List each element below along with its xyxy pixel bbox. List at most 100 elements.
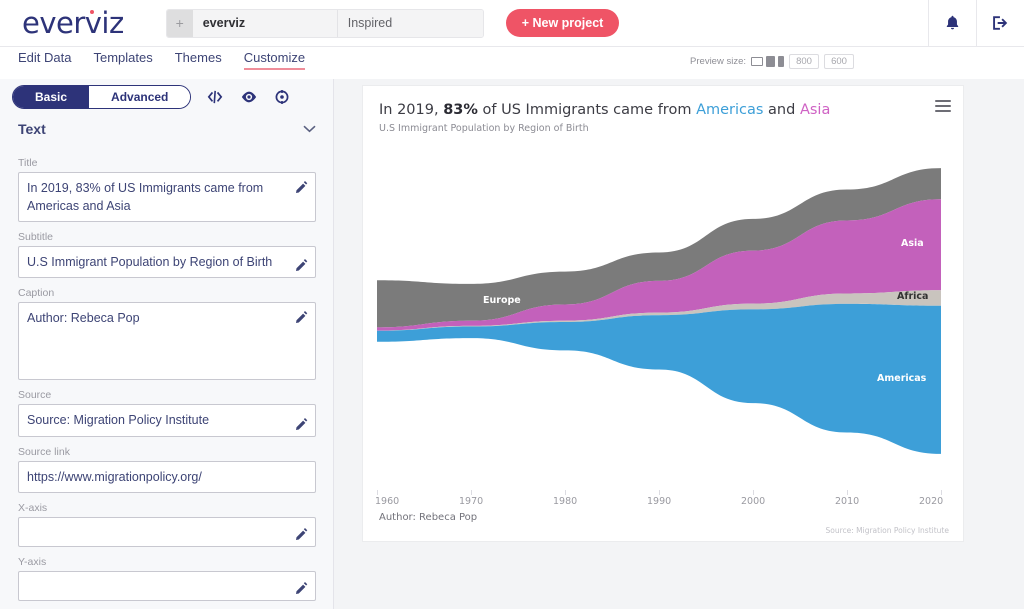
source-input-value: Source: Migration Policy Institute xyxy=(27,413,209,427)
preview-height-input[interactable]: 600 xyxy=(824,54,854,69)
preview-width-input[interactable]: 800 xyxy=(789,54,819,69)
field-source-link-label: Source link xyxy=(18,446,316,458)
field-title: Title In 2019, 83% of US Immigrants came… xyxy=(18,157,316,222)
field-source-link: Source link https://www.migrationpolicy.… xyxy=(18,446,316,493)
mode-segmented-control: Basic Advanced xyxy=(12,85,191,109)
text-fields-list: Title In 2019, 83% of US Immigrants came… xyxy=(18,157,316,609)
pencil-icon[interactable] xyxy=(296,581,308,593)
pencil-icon[interactable] xyxy=(296,310,308,322)
chart-title: In 2019, 83% of US Immigrants came from … xyxy=(379,102,830,118)
sidebar-tool-icons xyxy=(207,90,289,104)
mobile-icon[interactable] xyxy=(778,56,784,67)
pencil-icon[interactable] xyxy=(296,417,308,429)
caption-input-value: Author: Rebeca Pop xyxy=(27,311,140,325)
chart-source: Source: Migration Policy Institute xyxy=(825,526,949,535)
subtitle-input-value: U.S Immigrant Population by Region of Bi… xyxy=(27,255,272,269)
x-tick-mark xyxy=(565,490,566,495)
pencil-icon[interactable] xyxy=(296,258,308,270)
tab-themes[interactable]: Themes xyxy=(175,50,222,70)
chart-subtitle: U.S Immigrant Population by Region of Bi… xyxy=(379,123,589,134)
new-project-button[interactable]: + New project xyxy=(506,9,620,37)
target-icon[interactable] xyxy=(275,90,289,104)
top-bar: everviz + everviz Inspired + New project xyxy=(0,0,1024,47)
field-x-axis-label: X-axis xyxy=(18,502,316,514)
streamgraph-svg xyxy=(363,141,963,491)
x-axis-tick-labels: 1960 1970 1980 1990 2000 2010 2020 xyxy=(363,496,963,510)
x-tick-1970: 1970 xyxy=(459,496,483,507)
preview-size-controls: Preview size: 800 600 xyxy=(690,54,854,69)
sidebar-mode-row: Basic Advanced xyxy=(12,85,289,109)
customize-sidebar: Basic Advanced Text Title In 2019, 83% o… xyxy=(0,79,334,609)
bell-icon xyxy=(945,15,960,31)
x-tick-2000: 2000 xyxy=(741,496,765,507)
tab-edit-data[interactable]: Edit Data xyxy=(18,50,71,70)
logout-icon xyxy=(992,15,1009,31)
chevron-down-icon[interactable] xyxy=(303,122,316,136)
logout-button[interactable] xyxy=(976,0,1024,47)
field-caption: Caption Author: Rebeca Pop xyxy=(18,287,316,380)
mode-advanced-button[interactable]: Advanced xyxy=(89,86,190,108)
app-logo: everviz xyxy=(22,6,124,40)
x-tick-mark xyxy=(753,490,754,495)
x-tick-2020: 2020 xyxy=(919,496,943,507)
chart-title-part2: of US Immigrants came from xyxy=(478,102,696,118)
x-tick-mark xyxy=(471,490,472,495)
x-tick-2010: 2010 xyxy=(835,496,859,507)
x-tick-mark xyxy=(941,490,942,495)
notifications-button[interactable] xyxy=(928,0,976,47)
mode-basic-button[interactable]: Basic xyxy=(13,86,89,108)
eye-icon[interactable] xyxy=(241,90,257,104)
logo-dot-icon xyxy=(90,10,94,14)
section-title: Text xyxy=(18,121,46,137)
desktop-icon[interactable] xyxy=(751,57,763,66)
chart-caption: Author: Rebeca Pop xyxy=(379,512,477,523)
field-x-axis: X-axis xyxy=(18,502,316,547)
preview-size-label: Preview size: xyxy=(690,56,746,67)
x-axis-input[interactable] xyxy=(18,517,316,547)
top-bar-actions xyxy=(928,0,1024,47)
chart-title-asia: Asia xyxy=(800,102,830,118)
pencil-icon[interactable] xyxy=(296,180,308,192)
chart-title-and: and xyxy=(763,102,800,118)
code-icon[interactable] xyxy=(207,90,223,104)
field-source-label: Source xyxy=(18,389,316,401)
add-tab-button[interactable]: + xyxy=(167,10,193,37)
x-tick-mark xyxy=(847,490,848,495)
source-link-input[interactable]: https://www.migrationpolicy.org/ xyxy=(18,461,316,493)
tab-themes-label: Themes xyxy=(175,50,222,65)
caption-input[interactable]: Author: Rebeca Pop xyxy=(18,302,316,380)
text-section-header[interactable]: Text xyxy=(18,121,316,137)
chart-title-americas: Americas xyxy=(696,102,763,118)
tab-customize[interactable]: Customize xyxy=(244,50,305,70)
main-nav-tabs: Edit Data Templates Themes Customize xyxy=(18,50,305,70)
app-logo-text: everviz xyxy=(22,6,124,40)
x-tick-1960: 1960 xyxy=(375,496,399,507)
x-tick-mark xyxy=(659,490,660,495)
tab-templates[interactable]: Templates xyxy=(93,50,152,70)
project-tab-1-label: Inspired xyxy=(348,16,392,30)
pencil-icon[interactable] xyxy=(296,527,308,539)
tab-customize-label: Customize xyxy=(244,50,305,65)
project-tab-group: + everviz Inspired xyxy=(166,9,484,38)
x-tick-mark xyxy=(377,490,378,495)
secondary-bar: Edit Data Templates Themes Customize Pre… xyxy=(0,47,1024,79)
field-y-axis: Y-axis xyxy=(18,556,316,601)
project-tab-0[interactable]: everviz xyxy=(193,10,338,37)
hamburger-menu-icon[interactable] xyxy=(935,100,951,115)
subtitle-input[interactable]: U.S Immigrant Population by Region of Bi… xyxy=(18,246,316,278)
source-input[interactable]: Source: Migration Policy Institute xyxy=(18,404,316,436)
title-input[interactable]: In 2019, 83% of US Immigrants came from … xyxy=(18,172,316,222)
project-tab-1[interactable]: Inspired xyxy=(338,10,483,37)
title-input-value: In 2019, 83% of US Immigrants came from … xyxy=(27,181,263,213)
field-subtitle-label: Subtitle xyxy=(18,231,316,243)
x-tick-1980: 1980 xyxy=(553,496,577,507)
project-tab-0-label: everviz xyxy=(203,16,245,30)
chart-title-part1: In 2019, xyxy=(379,102,443,118)
tab-templates-label: Templates xyxy=(93,50,152,65)
chart-title-bold: 83% xyxy=(443,102,478,118)
device-icon-group xyxy=(751,56,784,67)
field-title-label: Title xyxy=(18,157,316,169)
y-axis-input[interactable] xyxy=(18,571,316,601)
tablet-icon[interactable] xyxy=(766,56,775,67)
x-tick-1990: 1990 xyxy=(647,496,671,507)
